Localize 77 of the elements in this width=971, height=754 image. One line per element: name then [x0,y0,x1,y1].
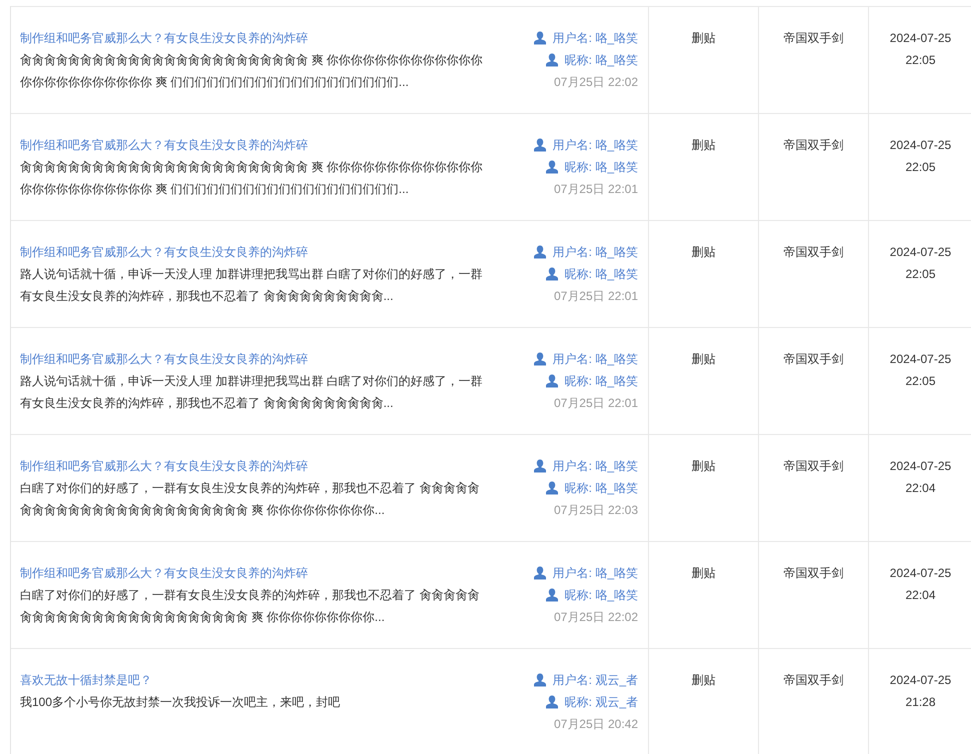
action-time: 22:05 [905,266,936,283]
action-time: 21:28 [905,694,936,711]
operator-name: 帝国双手剑 [784,459,844,473]
post-time: 07月25日 22:01 [554,181,638,198]
operator-name: 帝国双手剑 [784,245,844,259]
post-title[interactable]: 制作组和吧务官威那么大？有女良生没女良养的沟炸碎 [20,27,308,49]
username-link[interactable]: 用户名: 咯_咯笑 [552,455,638,477]
post-title[interactable]: 制作组和吧务官威那么大？有女良生没女良养的沟炸碎 [20,562,308,584]
post-excerpt: 路人说句话就十循，申诉一天没人理 加群讲理把我骂出群 白瞎了对你们的好感了，一群有女良生没女良养的沟炸碎，那我也不忍着了 肏肏肏肏肏肏肏肏肏肏... [20,266,484,305]
nickname-link[interactable]: 昵称: 咯_咯笑 [564,477,638,499]
username-link[interactable]: 用户名: 咯_咯笑 [552,241,638,263]
action-time: 22:05 [905,52,936,69]
action-time: 22:05 [905,373,936,390]
person-icon [544,374,559,388]
nickname-link[interactable]: 昵称: 观云_者 [564,691,638,713]
action-time: 22:04 [905,480,936,497]
post-excerpt: 我100多个小号你无故封禁一次我投诉一次吧主，来吧，封吧 [20,694,342,711]
post-time: 07月25日 22:03 [554,502,638,519]
post-excerpt: 路人说句话就十循，申诉一天没人理 加群讲理把我骂出群 白瞎了对你们的好感了，一群有女良生没女良养的沟炸碎，那我也不忍着了 肏肏肏肏肏肏肏肏肏肏... [20,373,484,412]
nickname-link[interactable]: 昵称: 咯_咯笑 [564,370,638,392]
post-title[interactable]: 制作组和吧务官威那么大？有女良生没女良养的沟炸碎 [20,134,308,156]
operator-name: 帝国双手剑 [784,138,844,152]
post-time: 07月25日 22:02 [554,74,638,91]
person-icon [544,588,559,602]
action-date: 2024-07-25 [890,137,952,154]
action-date: 2024-07-25 [890,351,952,368]
post-excerpt: 白瞎了对你们的好感了，一群有女良生没女良养的沟炸碎，那我也不忍着了 肏肏肏肏肏肏肏肏肏肏肏肏肏肏肏肏肏肏肏肏肏肏肏肏 爽 你你你你你你你你你... [20,587,480,626]
person-icon [532,459,547,473]
username-link[interactable]: 用户名: 咯_咯笑 [552,562,638,584]
post-time: 07月25日 22:01 [554,395,638,412]
username-link[interactable]: 用户名: 咯_咯笑 [552,27,638,49]
post-time: 07月25日 22:01 [554,288,638,305]
person-icon [532,245,547,259]
action-text: 删贴 [692,673,716,687]
post-title[interactable]: 制作组和吧务官威那么大？有女良生没女良养的沟炸碎 [20,241,308,263]
person-icon [532,673,547,687]
operator-name: 帝国双手剑 [784,566,844,580]
nickname-link[interactable]: 昵称: 咯_咯笑 [564,156,638,178]
operator-name: 帝国双手剑 [784,352,844,366]
person-icon [544,53,559,67]
action-text: 删贴 [692,245,716,259]
person-icon [532,566,547,580]
person-icon [544,695,559,709]
action-text: 删贴 [692,459,716,473]
person-icon [532,31,547,45]
operator-name: 帝国双手剑 [784,31,844,45]
person-icon [544,160,559,174]
post-excerpt: 肏肏肏肏肏肏肏肏肏肏肏肏肏肏肏肏肏肏肏肏肏肏肏肏 爽 你你你你你你你你你你你你你你你你你你你你你你你你 爽 们们们们们们们们们们们们们们们们们们们... [20,52,484,91]
post-time: 07月25日 22:02 [554,609,638,626]
action-text: 删贴 [692,138,716,152]
action-text: 删贴 [692,352,716,366]
post-title[interactable]: 制作组和吧务官威那么大？有女良生没女良养的沟炸碎 [20,348,308,370]
nickname-link[interactable]: 昵称: 咯_咯笑 [564,584,638,606]
action-date: 2024-07-25 [890,565,952,582]
person-icon [544,481,559,495]
action-text: 删贴 [692,566,716,580]
action-date: 2024-07-25 [890,244,952,261]
action-time: 22:04 [905,587,936,604]
action-date: 2024-07-25 [890,672,952,689]
action-date: 2024-07-25 [890,458,952,475]
username-link[interactable]: 用户名: 咯_咯笑 [552,134,638,156]
post-excerpt: 白瞎了对你们的好感了，一群有女良生没女良养的沟炸碎，那我也不忍着了 肏肏肏肏肏肏肏肏肏肏肏肏肏肏肏肏肏肏肏肏肏肏肏肏 爽 你你你你你你你你你... [20,480,480,519]
post-title[interactable]: 制作组和吧务官威那么大？有女良生没女良养的沟炸碎 [20,455,308,477]
person-icon [544,267,559,281]
post-time: 07月25日 20:42 [554,716,638,733]
action-date: 2024-07-25 [890,30,952,47]
nickname-link[interactable]: 昵称: 咯_咯笑 [564,49,638,71]
username-link[interactable]: 用户名: 咯_咯笑 [552,348,638,370]
person-icon [532,138,547,152]
post-title[interactable]: 喜欢无故十循封禁是吧？ [20,669,152,691]
action-text: 删贴 [692,31,716,45]
action-time: 22:05 [905,159,936,176]
operator-name: 帝国双手剑 [784,673,844,687]
person-icon [532,352,547,366]
nickname-link[interactable]: 昵称: 咯_咯笑 [564,263,638,285]
username-link[interactable]: 用户名: 观云_者 [552,669,638,691]
post-excerpt: 肏肏肏肏肏肏肏肏肏肏肏肏肏肏肏肏肏肏肏肏肏肏肏肏 爽 你你你你你你你你你你你你你你你你你你你你你你你你 爽 们们们们们们们们们们们们们们们们们们们... [20,159,484,198]
